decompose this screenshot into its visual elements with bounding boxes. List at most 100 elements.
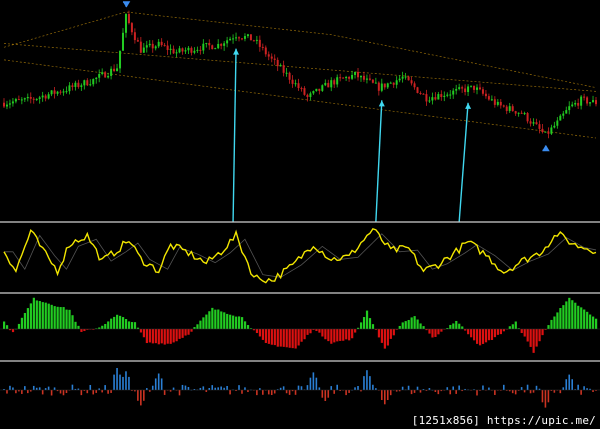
candle-body xyxy=(377,82,380,91)
volume-bar xyxy=(416,386,419,390)
histogram-bar xyxy=(232,315,235,329)
candle-body xyxy=(50,90,53,95)
volume-bar xyxy=(44,388,47,390)
candle-body xyxy=(133,32,136,41)
candle-body xyxy=(119,50,122,69)
candle-body xyxy=(181,48,184,52)
histogram-bar xyxy=(589,314,592,329)
candle-body xyxy=(89,84,92,86)
histogram-bar xyxy=(511,324,514,329)
volume-bar xyxy=(282,386,285,390)
candle-body xyxy=(223,43,226,46)
candle-body xyxy=(511,106,514,112)
volume-bar xyxy=(137,390,139,401)
candle-body xyxy=(148,43,151,46)
histogram-bar xyxy=(407,319,410,329)
watermark-text: [1251x856] https://upic.me/ xyxy=(411,414,596,427)
volume-bar xyxy=(184,385,187,390)
histogram-bar xyxy=(392,329,395,336)
candle-body xyxy=(190,47,193,53)
candle-body xyxy=(184,50,187,52)
volume-bar xyxy=(104,385,106,390)
volume-bar xyxy=(318,387,321,390)
volume-bar xyxy=(336,384,338,390)
histogram-bar xyxy=(238,316,241,329)
histogram-bar xyxy=(154,329,157,344)
candle-body xyxy=(508,106,511,111)
volume-bar xyxy=(128,376,130,390)
volume-bar xyxy=(113,374,115,390)
candle-body xyxy=(142,47,145,53)
volume-bar xyxy=(110,390,112,393)
volume-bar xyxy=(32,385,35,390)
volume-bar xyxy=(541,390,544,403)
candle-body xyxy=(151,43,154,49)
volume-bar xyxy=(520,387,523,390)
volume-bar xyxy=(544,390,547,408)
candle-body xyxy=(514,111,517,114)
candle-body xyxy=(431,97,434,101)
candle-body xyxy=(107,75,110,78)
candle-body xyxy=(252,40,255,42)
histogram-bar xyxy=(41,302,44,329)
candle-body xyxy=(413,83,416,88)
volume-bar xyxy=(217,387,219,390)
histogram-bar xyxy=(166,329,169,344)
histogram-bar xyxy=(110,318,113,329)
volume-bar xyxy=(345,390,347,396)
histogram-bar xyxy=(577,305,580,329)
histogram-bar xyxy=(553,316,556,329)
histogram-bar xyxy=(38,301,41,329)
candle-body xyxy=(330,80,333,88)
histogram-bar xyxy=(17,323,21,329)
volume-bar xyxy=(419,390,422,393)
histogram-bar xyxy=(101,325,104,329)
candle-body xyxy=(571,104,574,107)
histogram-bar xyxy=(142,329,146,338)
histogram-bar xyxy=(532,329,535,353)
volume-bar xyxy=(256,390,258,396)
histogram-bar xyxy=(56,306,59,329)
volume-bar xyxy=(386,390,389,401)
candle-body xyxy=(77,82,80,87)
volume-bar xyxy=(211,385,214,390)
histogram-bar xyxy=(47,303,50,329)
volume-bar xyxy=(202,386,205,390)
candle-body xyxy=(154,46,157,49)
candle-body xyxy=(130,23,133,33)
histogram-bar xyxy=(196,324,199,329)
histogram-bar xyxy=(520,329,523,334)
histogram-bar xyxy=(202,317,205,329)
candle-body xyxy=(113,68,116,71)
candle-body xyxy=(86,80,89,86)
candle-body xyxy=(211,45,214,50)
volume-bar xyxy=(160,378,163,390)
candle-body xyxy=(398,78,401,81)
histogram-bar xyxy=(365,310,369,329)
histogram-bar xyxy=(276,329,279,347)
histogram-bar xyxy=(371,324,375,329)
volume-bar xyxy=(366,370,368,390)
volume-bar xyxy=(372,384,374,390)
histogram-bar xyxy=(151,329,154,344)
candle-body xyxy=(443,95,446,98)
volume-bar xyxy=(9,385,11,390)
histogram-bar xyxy=(541,329,544,336)
volume-bar xyxy=(259,388,261,390)
histogram-bar xyxy=(220,311,223,329)
volume-bar xyxy=(571,379,574,390)
volume-bar xyxy=(223,387,225,390)
volume-bar xyxy=(148,390,151,392)
histogram-bar xyxy=(383,329,386,349)
histogram-bar xyxy=(71,315,74,329)
histogram-bar xyxy=(20,317,24,329)
candle-body xyxy=(261,46,264,48)
candle-body xyxy=(354,71,357,75)
candle-body xyxy=(359,75,362,78)
volume-bar xyxy=(553,390,556,393)
histogram-bar xyxy=(223,312,226,329)
candle-body xyxy=(517,112,520,114)
candle-body xyxy=(592,100,595,103)
histogram-bar xyxy=(217,309,220,329)
volume-bar xyxy=(452,386,455,390)
